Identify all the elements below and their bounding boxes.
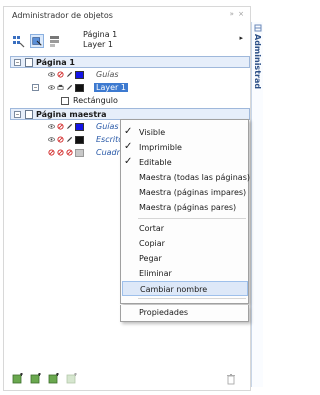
page-flyout-arrow-icon[interactable]: ▸ — [239, 34, 243, 42]
rectangle-icon — [61, 97, 69, 105]
layer-context-menu: ✓ Visible ✓ Imprimible ✓ Editable Maestr… — [120, 119, 250, 304]
tree-row-guides[interactable]: Guías — [10, 69, 250, 81]
collapse-icon[interactable]: – — [14, 59, 21, 66]
show-properties-icon[interactable] — [11, 34, 25, 48]
menu-item-label: Visible — [139, 128, 166, 137]
current-page-name: Página 1 — [83, 30, 118, 39]
layer-color-swatch[interactable] — [75, 84, 84, 92]
tree-row-rectangle[interactable]: Rectángulo — [10, 95, 250, 107]
menu-item-copy[interactable]: Copiar — [122, 236, 248, 251]
checkmark-icon: ✓ — [124, 141, 133, 152]
lock-disabled-icon[interactable] — [66, 149, 73, 156]
current-layer-name: Layer 1 — [83, 40, 113, 49]
docker-tab[interactable]: Administrad — [251, 22, 263, 387]
menu-item-printable[interactable]: ✓ Imprimible — [122, 140, 248, 155]
layer-context-menu-tail: Propiedades — [120, 305, 249, 322]
menu-item-label: Propiedades — [139, 308, 189, 317]
menu-item-master-odd[interactable]: Maestra (páginas impares) — [122, 185, 248, 200]
printer-icon[interactable] — [57, 84, 64, 91]
new-master-layer-all-icon[interactable] — [30, 373, 42, 385]
pencil-icon[interactable] — [66, 71, 73, 78]
master-guides-label: Guías — [96, 122, 119, 131]
new-layer-icon[interactable] — [12, 373, 24, 385]
menu-item-properties[interactable]: Propiedades — [122, 305, 248, 320]
menu-item-label: Pegar — [139, 254, 162, 263]
menu-item-delete[interactable]: Eliminar — [122, 266, 248, 281]
pencil-icon[interactable] — [66, 123, 73, 130]
menu-item-label: Maestra (páginas pares) — [139, 203, 237, 212]
menu-separator — [138, 298, 246, 299]
eye-icon[interactable] — [48, 136, 55, 143]
checkmark-icon: ✓ — [124, 126, 133, 137]
menu-item-label: Maestra (todas las páginas) — [139, 173, 250, 182]
rectangle-label: Rectángulo — [73, 96, 118, 105]
printer-disabled-icon[interactable] — [57, 149, 64, 156]
menu-item-paste[interactable]: Pegar — [122, 251, 248, 266]
menu-item-label: Editable — [139, 158, 172, 167]
master-page-icon — [25, 110, 33, 119]
object-manager-toolbar: Página 1 Layer 1 ▸ — [8, 28, 250, 54]
menu-item-label: Maestra (páginas impares) — [139, 188, 247, 197]
collapse-icon[interactable]: – — [32, 84, 39, 91]
collapse-icon[interactable]: – — [14, 111, 21, 118]
panel-window-buttons[interactable]: » × — [230, 10, 245, 18]
menu-item-label: Cambiar nombre — [140, 285, 208, 294]
menu-item-label: Copiar — [139, 239, 165, 248]
layer1-label[interactable]: Layer 1 — [94, 83, 128, 92]
panel-title: Administrador de objetos — [12, 11, 113, 20]
layer-manager-view-icon[interactable] — [48, 34, 62, 48]
menu-item-visible[interactable]: ✓ Visible — [122, 125, 248, 140]
panel-titlebar: Administrador de objetos » × — [3, 8, 251, 23]
menu-item-master-even[interactable]: Maestra (páginas pares) — [122, 200, 248, 215]
guides-label: Guías — [96, 70, 119, 79]
new-master-layer-even-icon[interactable] — [66, 373, 78, 385]
docker-pin-icon — [254, 24, 262, 32]
eye-disabled-icon[interactable] — [48, 149, 55, 156]
delete-trash-icon[interactable] — [226, 373, 236, 385]
docker-tab-label: Administrad — [253, 34, 262, 90]
tree-row-page1[interactable]: – Página 1 — [10, 56, 250, 68]
pencil-icon[interactable] — [66, 136, 73, 143]
page-icon — [25, 58, 33, 67]
printer-disabled-icon[interactable] — [57, 71, 64, 78]
layer-color-swatch[interactable] — [75, 71, 84, 79]
page1-label: Página 1 — [36, 58, 75, 67]
menu-item-rename[interactable]: Cambiar nombre — [122, 281, 248, 296]
printer-disabled-icon[interactable] — [57, 136, 64, 143]
layer-color-swatch[interactable] — [75, 136, 84, 144]
current-page-indicator: Página 1 Layer 1 — [83, 30, 117, 50]
menu-item-cut[interactable]: Cortar — [122, 221, 248, 236]
printer-disabled-icon[interactable] — [57, 123, 64, 130]
menu-item-editable[interactable]: ✓ Editable — [122, 155, 248, 170]
menu-item-label: Imprimible — [139, 143, 182, 152]
menu-item-label: Eliminar — [139, 269, 172, 278]
pencil-icon[interactable] — [66, 84, 73, 91]
tree-row-layer1[interactable]: – Layer 1 — [10, 82, 250, 94]
layer-color-swatch[interactable] — [75, 149, 84, 157]
object-manager-bottom-toolbar — [8, 372, 250, 388]
eye-icon[interactable] — [48, 71, 55, 78]
checkmark-icon: ✓ — [124, 156, 133, 167]
menu-separator — [138, 218, 246, 219]
new-master-layer-odd-icon[interactable] — [48, 373, 60, 385]
layer-color-swatch[interactable] — [75, 123, 84, 131]
edit-across-layers-icon[interactable] — [30, 34, 44, 48]
menu-item-label: Cortar — [139, 224, 165, 233]
object-manager-panel: Administrador de objetos » × Administrad — [0, 0, 269, 395]
master-page-label: Página maestra — [36, 110, 107, 119]
menu-item-master-all[interactable]: Maestra (todas las páginas) — [122, 170, 250, 185]
eye-icon[interactable] — [48, 84, 55, 91]
eye-icon[interactable] — [48, 123, 55, 130]
